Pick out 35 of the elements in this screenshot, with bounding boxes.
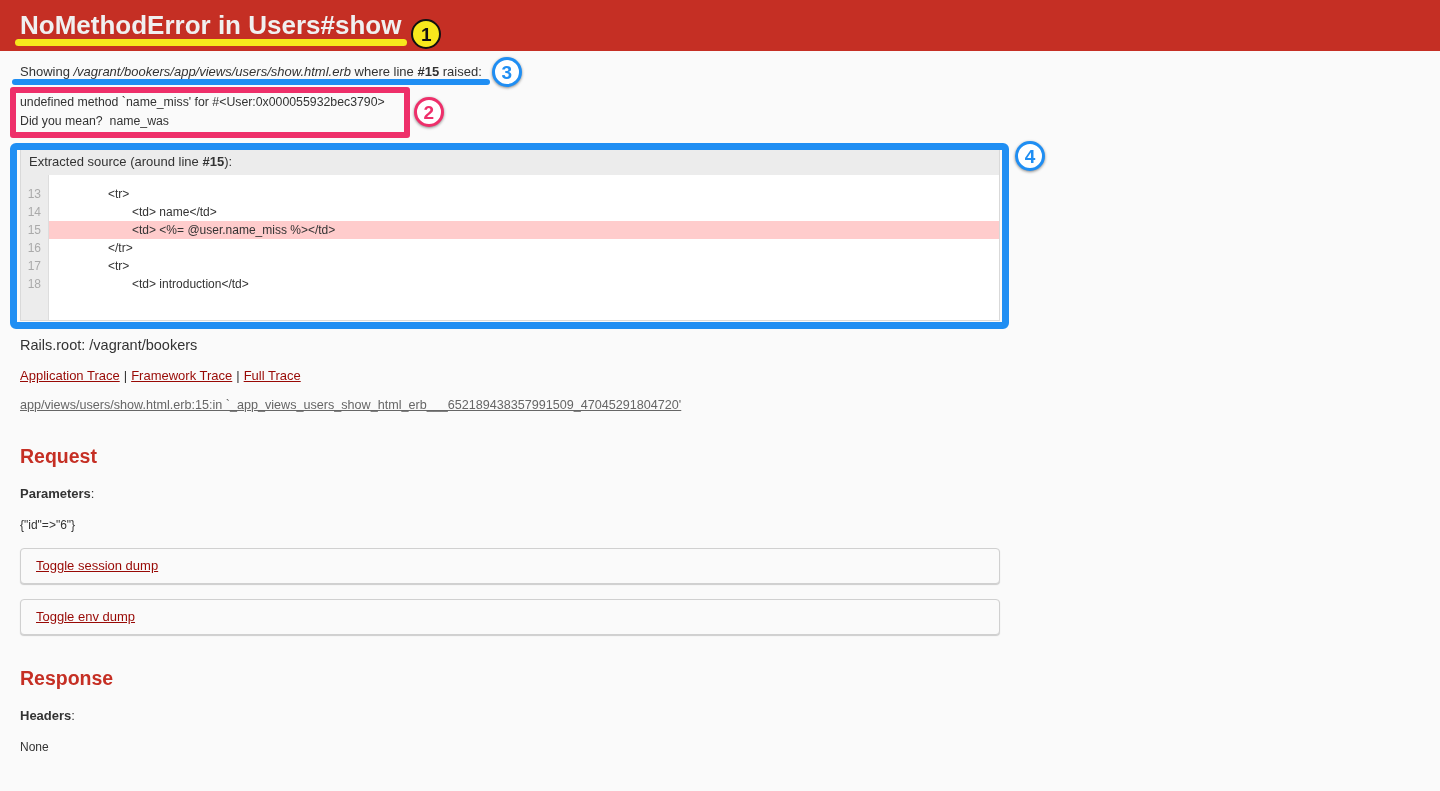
line-number: 13: [26, 186, 41, 203]
trace-link[interactable]: Application Trace: [20, 368, 120, 383]
headers-value: None: [20, 740, 50, 755]
rails-root-text: Rails.root: /vagrant/bookers: [20, 336, 199, 354]
callout-number: 2: [413, 97, 444, 127]
source-extract-title: Extracted source (around line #15):: [28, 153, 234, 171]
callout-number: 4: [1015, 141, 1045, 171]
line-number: 17: [26, 258, 41, 275]
error-title: NoMethodError in Users#show: [20, 9, 402, 42]
section-heading: Request: [20, 444, 98, 469]
callout-number: 1: [411, 19, 442, 49]
code-line: <td> name</td>: [131, 204, 218, 221]
section-heading: Response: [20, 666, 115, 691]
trace-entry-link[interactable]: app/views/users/show.html.erb:15:in `_app_views_users_show_html_erb___652189438357991509_47045291804720': [20, 398, 682, 412]
headers-label: Headers:: [20, 707, 76, 725]
parameters-value: {"id"=>"6"}: [20, 518, 77, 533]
code-line: <tr>: [107, 186, 131, 203]
toggle-link[interactable]: Toggle env dump: [36, 609, 135, 624]
trace-link[interactable]: Framework Trace: [131, 368, 233, 383]
error-message: undefined method `name_miss' for #<User:0x000055932bec3790>: [20, 94, 385, 111]
toggle-link[interactable]: Toggle session dump: [36, 558, 159, 573]
parameters-label: Parameters:: [20, 485, 96, 503]
code-line: <tr>: [107, 258, 131, 275]
link-separator: |: [123, 368, 128, 383]
trace-link[interactable]: Full Trace: [243, 368, 301, 383]
line-number: 14: [26, 204, 41, 221]
code-line: <td> introduction</td>: [131, 276, 250, 293]
line-number: 18: [26, 276, 41, 293]
error-location-text: Showing /vagrant/bookers/app/views/users/show.html.erb where line #15 raised:: [20, 63, 482, 81]
link-separator: |: [236, 368, 240, 383]
code-line: </tr>: [107, 240, 134, 257]
callout-number: 3: [491, 57, 522, 87]
line-number: 16: [26, 240, 41, 257]
line-number: 15: [26, 222, 41, 239]
error-message: Did you mean? name_was: [20, 113, 170, 130]
